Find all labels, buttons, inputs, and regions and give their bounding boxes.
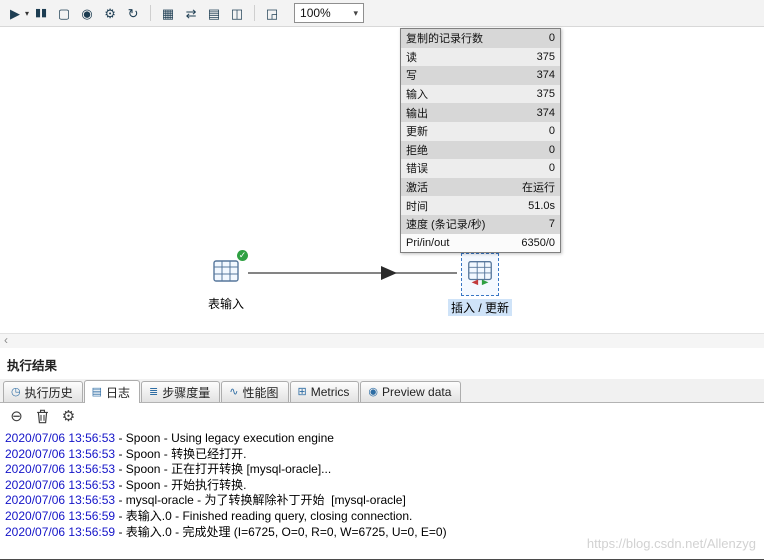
verify-transformation-button[interactable]: ▦ (157, 3, 179, 24)
metric-row-written: 写374 (401, 66, 560, 85)
step-selection-outline (461, 253, 499, 296)
metric-row-active: 激活在运行 (401, 178, 560, 197)
hop-arrow-icon (381, 266, 397, 280)
tab-step-metrics[interactable]: ≣ 步骤度量 (141, 381, 220, 402)
show-results-panel-button[interactable]: ◲ (261, 3, 283, 24)
zoom-caret-icon: ▾ (353, 8, 358, 19)
metric-row-updated: 更新0 (401, 122, 560, 141)
tab-performance-graph[interactable]: ∿ 性能图 (221, 381, 288, 402)
stop-button[interactable]: ▢ (53, 3, 75, 24)
scroll-left-arrow-icon[interactable]: ‹ (4, 333, 8, 347)
tab-log[interactable]: ▤ 日志 (84, 380, 140, 403)
metric-row-errors: 错误0 (401, 159, 560, 178)
metric-row-input: 输入375 (401, 85, 560, 104)
run-button[interactable]: ▶ ▾ (4, 3, 29, 24)
toolbar-separator (254, 5, 255, 21)
results-tabbar: ◷ 执行历史 ▤ 日志 ≣ 步骤度量 ∿ 性能图 ⊞ Metrics ◉ Pre… (0, 379, 764, 403)
generate-sql-button[interactable]: ▤ (203, 3, 225, 24)
log-line: 2020/07/06 13:56:53 - Spoon - 正在打开转换 [my… (5, 462, 759, 478)
log-line: 2020/07/06 13:56:59 - 表输入.0 - 完成处理 (I=67… (5, 525, 759, 541)
impact-analysis-button[interactable]: ⇄ (180, 3, 202, 24)
log-line: 2020/07/06 13:56:53 - Spoon - 转换已经打开. (5, 447, 759, 463)
log-line: 2020/07/06 13:56:59 - 表输入.0 - Finished r… (5, 509, 759, 525)
explore-database-button[interactable]: ◫ (226, 3, 248, 24)
table-input-icon: ✓ (210, 255, 242, 292)
pause-button[interactable]: ▮▮ (30, 3, 52, 24)
tab-execution-history[interactable]: ◷ 执行历史 (3, 381, 83, 402)
preview-button[interactable]: ◉ (76, 3, 98, 24)
step-insert-update[interactable]: 插入 / 更新 (438, 253, 522, 316)
spoon-window: ▶ ▾ ▮▮ ▢ ◉ ⚙ ↻ ▦ ⇄ ▤ ◫ ◲ 100% ▾ (0, 0, 764, 560)
gantt-icon: ⊞ (298, 387, 307, 398)
document-icon: ▤ (92, 387, 102, 398)
metric-row-time: 时间51.0s (401, 196, 560, 215)
trash-icon (36, 409, 49, 424)
tab-preview-data[interactable]: ◉ Preview data (360, 381, 461, 402)
list-icon: ≣ (149, 387, 158, 398)
log-settings-button[interactable]: ⚙ (59, 407, 78, 426)
hop-table-input-to-insert-update[interactable] (0, 27, 764, 333)
zoom-value: 100% (300, 6, 331, 20)
metric-row-lines-copied: 复制的记录行数0 (401, 29, 560, 48)
main-toolbar: ▶ ▾ ▮▮ ▢ ◉ ⚙ ↻ ▦ ⇄ ▤ ◫ ◲ 100% ▾ (0, 0, 764, 27)
transformation-canvas[interactable]: ✓ 表输入 插入 / 更新 (0, 27, 764, 333)
zoom-select[interactable]: 100% ▾ (294, 3, 364, 23)
clock-icon: ◷ (11, 387, 21, 398)
step-table-input[interactable]: ✓ 表输入 (184, 255, 268, 312)
tab-metrics[interactable]: ⊞ Metrics (290, 381, 360, 402)
run-icon[interactable]: ▶ (4, 3, 26, 24)
step-insert-update-label: 插入 / 更新 (448, 299, 512, 316)
log-toolbar: ⊖ ⚙ (0, 403, 764, 430)
metric-row-read: 读375 (401, 48, 560, 67)
metric-row-pri-in-out: Pri/in/out6350/0 (401, 234, 560, 253)
canvas-horizontal-scrollbar[interactable]: ‹ (0, 333, 764, 348)
clear-log-button[interactable] (33, 407, 52, 426)
replay-button[interactable]: ↻ (122, 3, 144, 24)
step-success-check-icon: ✓ (236, 249, 249, 262)
log-line: 2020/07/06 13:56:53 - mysql-oracle - 为了转… (5, 493, 759, 509)
chart-icon: ∿ (229, 387, 238, 398)
results-panel-title: 执行结果 (0, 348, 764, 379)
log-line: 2020/07/06 13:56:53 - Spoon - Using lega… (5, 431, 759, 447)
debug-button[interactable]: ⚙ (99, 3, 121, 24)
toolbar-separator (150, 5, 151, 21)
step-metrics-tooltip: 复制的记录行数0 读375 写374 输入375 输出374 更新0 拒绝0 错… (400, 28, 561, 253)
insert-update-icon (461, 253, 499, 296)
metric-row-speed: 速度 (条记录/秒)7 (401, 215, 560, 234)
show-error-lines-button[interactable]: ⊖ (7, 407, 26, 426)
eye-icon: ◉ (368, 387, 378, 398)
execution-results-panel: 执行结果 ◷ 执行历史 ▤ 日志 ≣ 步骤度量 ∿ 性能图 ⊞ Metrics (0, 348, 764, 541)
metric-row-output: 输出374 (401, 103, 560, 122)
run-options-caret-icon[interactable]: ▾ (25, 9, 29, 18)
log-output: 2020/07/06 13:56:53 - Spoon - Using lega… (0, 430, 764, 541)
log-line: 2020/07/06 13:56:53 - Spoon - 开始执行转换. (5, 478, 759, 494)
step-table-input-label: 表输入 (205, 295, 247, 312)
metric-row-rejected: 拒绝0 (401, 141, 560, 160)
